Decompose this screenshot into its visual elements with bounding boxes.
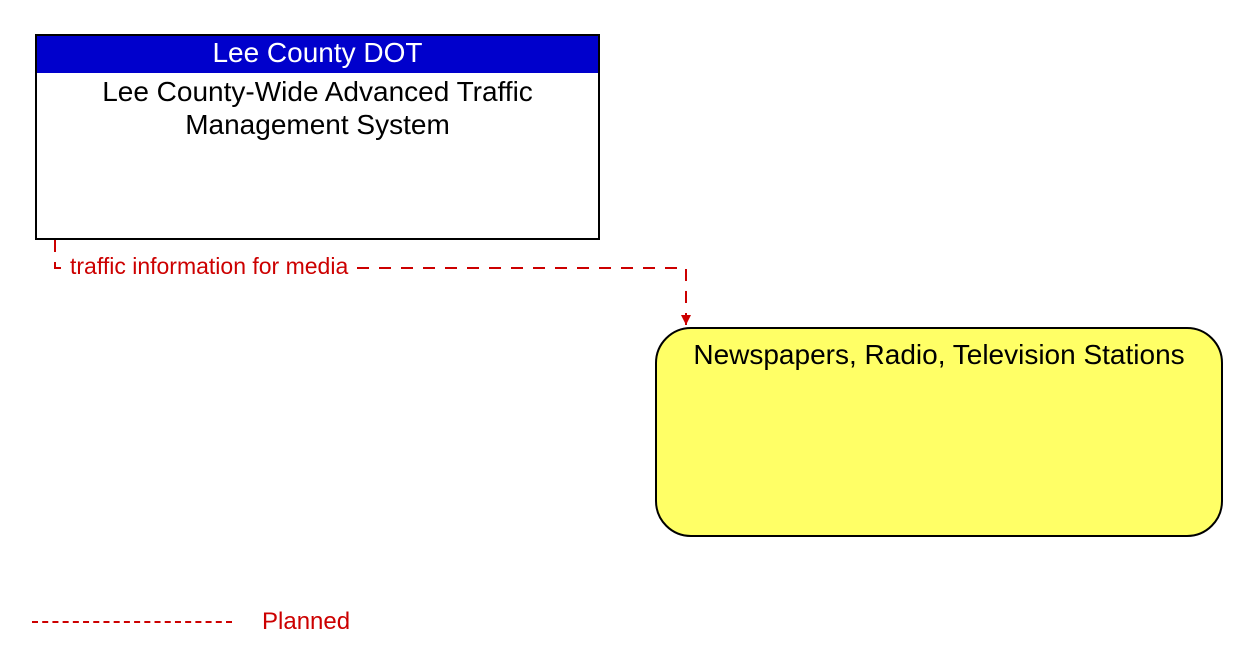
legend: Planned: [32, 608, 350, 636]
entity-source-name: Lee County-Wide Advanced Traffic Managem…: [37, 73, 598, 144]
flow-label: traffic information for media: [68, 253, 350, 280]
entity-source-box: Lee County DOT Lee County-Wide Advanced …: [35, 34, 600, 240]
entity-source-owner: Lee County DOT: [37, 36, 598, 73]
entity-target-box: Newspapers, Radio, Television Stations: [655, 327, 1223, 537]
entity-target-name: Newspapers, Radio, Television Stations: [693, 339, 1184, 370]
legend-planned-label: Planned: [262, 608, 350, 636]
legend-planned-line: [32, 621, 232, 623]
